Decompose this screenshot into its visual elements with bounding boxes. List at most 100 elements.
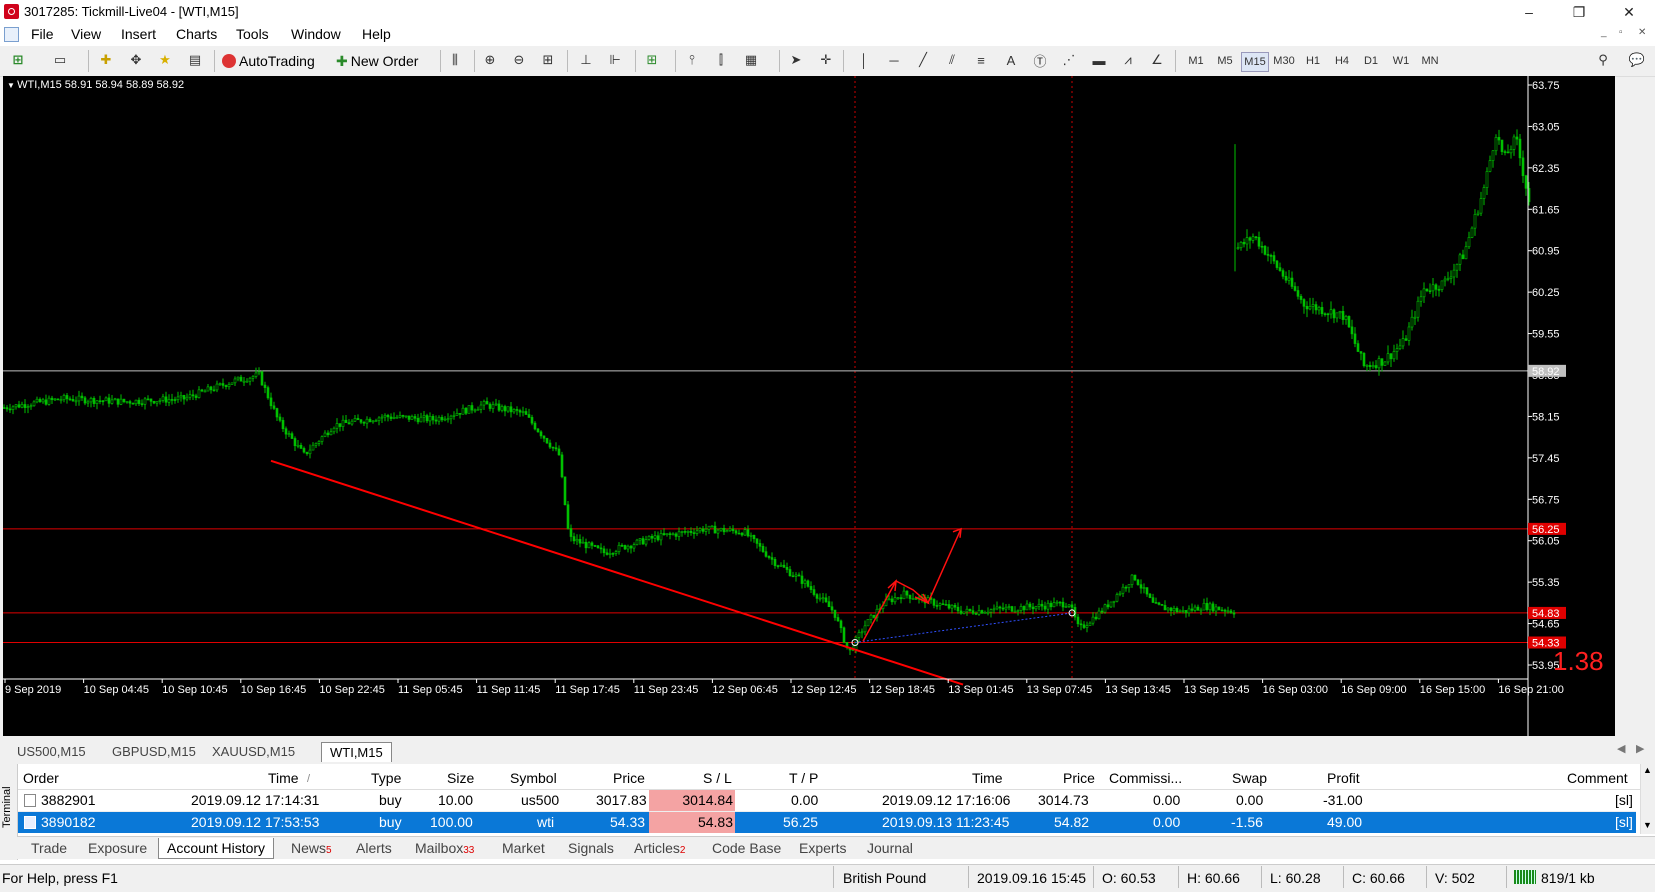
text-label-icon[interactable]: Ⓣ <box>1031 51 1049 69</box>
text-icon[interactable]: A <box>1002 51 1020 69</box>
minimize-button[interactable]: – <box>1506 0 1552 24</box>
gann-icon[interactable]: ∠ <box>1148 51 1166 69</box>
chart-tab-xauusd[interactable]: XAUUSD,M15 <box>204 742 303 761</box>
status-profile[interactable]: British Pound <box>843 870 926 886</box>
col-order[interactable]: Order <box>23 770 59 788</box>
timeframe-h4[interactable]: H4 <box>1329 52 1355 70</box>
menu-help[interactable]: Help <box>360 26 393 42</box>
col-symbol[interactable]: Symbol <box>510 770 557 788</box>
timeframe-mn[interactable]: MN <box>1417 52 1443 70</box>
equidistant-channel-icon[interactable]: ⫽ <box>943 51 961 69</box>
zoom-in-icon[interactable]: ⊕ <box>481 51 499 69</box>
menu-window[interactable]: Window <box>289 26 343 42</box>
candlestick-icon[interactable]: ⫿ <box>712 51 730 69</box>
horizontal-line-icon[interactable]: ─ <box>885 51 903 69</box>
candle-body <box>3 407 6 409</box>
terminal-side-label[interactable]: Terminal <box>0 764 18 860</box>
menu-insert[interactable]: Insert <box>119 26 158 42</box>
chart-window-icon[interactable] <box>4 27 19 42</box>
mdi-minimize-button[interactable]: _ <box>1601 27 1607 38</box>
tile-windows-icon[interactable]: ⊞ <box>539 51 557 69</box>
market-watch-icon[interactable]: ✚ <box>97 51 115 69</box>
search-icon[interactable]: ⚲ <box>1594 51 1612 69</box>
profiles-icon[interactable]: ▭ <box>51 51 69 69</box>
mdi-restore-button[interactable]: ▫ <box>1619 27 1623 38</box>
restore-button[interactable]: ❐ <box>1556 0 1602 24</box>
scroll-down-icon[interactable]: ▼ <box>1643 820 1652 830</box>
new-order-button[interactable]: ✚ New Order <box>336 50 418 72</box>
timeframe-d1[interactable]: D1 <box>1358 52 1384 70</box>
autotrading-button[interactable]: AutoTrading <box>222 50 315 72</box>
elliott-wave-icon[interactable]: ⩘ <box>1119 51 1137 69</box>
tab-exposure[interactable]: Exposure <box>88 838 147 858</box>
col-close-price[interactable]: Price <box>1063 770 1095 788</box>
menu-file[interactable]: File <box>29 26 56 42</box>
col-commission[interactable]: Commissi... <box>1109 770 1182 788</box>
close-button[interactable]: ✕ <box>1606 0 1652 24</box>
candle-body <box>236 376 240 380</box>
col-price[interactable]: Price <box>613 770 645 788</box>
timeframe-m15[interactable]: M15 <box>1241 52 1269 72</box>
price-chart[interactable]: 63.7563.0562.3561.6560.9560.2559.5558.85… <box>3 76 1615 736</box>
tab-mailbox[interactable]: Mailbox33 <box>415 838 474 858</box>
scroll-up-icon[interactable]: ▲ <box>1643 765 1652 775</box>
candle-body <box>548 442 552 448</box>
zoom-out-icon[interactable]: ⊖ <box>510 51 528 69</box>
chart-canvas[interactable]: 63.7563.0562.3561.6560.9560.2559.5558.85… <box>3 76 1615 736</box>
col-sl[interactable]: S / L <box>703 770 732 788</box>
col-profit[interactable]: Profit <box>1327 770 1360 788</box>
tabs-scroll-left-icon[interactable]: ◀ <box>1617 742 1625 755</box>
col-type[interactable]: Type <box>371 770 401 788</box>
tab-market[interactable]: Market <box>502 838 545 858</box>
menu-view[interactable]: View <box>69 26 103 42</box>
chart-tab-wti[interactable]: WTI,M15 <box>321 742 392 762</box>
navigator-icon[interactable]: ✥ <box>127 51 145 69</box>
timeframe-m5[interactable]: M5 <box>1212 52 1238 70</box>
tab-signals[interactable]: Signals <box>568 838 614 858</box>
col-tp[interactable]: T / P <box>789 770 818 788</box>
tab-experts[interactable]: Experts <box>799 838 846 858</box>
timeframe-h1[interactable]: H1 <box>1300 52 1326 70</box>
tab-alerts[interactable]: Alerts <box>356 838 392 858</box>
fibo-fan-icon[interactable]: ⋰ <box>1060 51 1078 69</box>
tabs-scroll-right-icon[interactable]: ▶ <box>1636 742 1644 755</box>
connection-status-icon[interactable] <box>1514 870 1536 884</box>
new-chart-icon[interactable]: ⊞ <box>9 51 27 69</box>
col-close-time[interactable]: Time <box>972 770 1003 788</box>
tab-journal[interactable]: Journal <box>867 838 913 858</box>
chat-icon[interactable]: 💬 <box>1628 51 1646 69</box>
menu-tools[interactable]: Tools <box>234 26 271 42</box>
col-comment[interactable]: Comment <box>1567 770 1628 788</box>
menu-charts[interactable]: Charts <box>174 26 219 42</box>
timeframe-w1[interactable]: W1 <box>1388 52 1414 70</box>
timeframe-m1[interactable]: M1 <box>1183 52 1209 70</box>
col-swap[interactable]: Swap <box>1232 770 1267 788</box>
tab-code-base[interactable]: Code Base <box>712 838 781 858</box>
chart-tab-us500[interactable]: US500,M15 <box>9 742 94 761</box>
templates-icon[interactable]: ▦ <box>742 51 760 69</box>
col-size[interactable]: Size <box>447 770 474 788</box>
autoscroll-icon[interactable]: ⊩ <box>606 51 624 69</box>
tab-news[interactable]: News5 <box>291 838 332 858</box>
trendline-icon[interactable]: ╱ <box>914 51 932 69</box>
indicators-icon[interactable]: ⊞ <box>643 51 661 69</box>
timeframe-m30[interactable]: M30 <box>1271 52 1297 70</box>
tab-trade[interactable]: Trade <box>31 838 67 858</box>
bar-chart-icon[interactable]: ⫯ <box>683 51 701 69</box>
col-time[interactable]: Time <box>268 770 299 788</box>
chart-tab-gbpusd[interactable]: GBPUSD,M15 <box>104 742 204 761</box>
crosshair-icon[interactable]: ✛ <box>817 51 835 69</box>
cursor-icon[interactable]: ➤ <box>787 51 805 69</box>
rectangle-icon[interactable]: ▬ <box>1090 51 1108 69</box>
tab-account-history[interactable]: Account History <box>158 838 275 859</box>
mdi-close-button[interactable]: ✕ <box>1638 27 1646 38</box>
terminal-scrollbar[interactable]: ▲ ▼ <box>1640 764 1655 834</box>
chart-shift-icon[interactable]: ⊥ <box>577 51 595 69</box>
candle-body <box>1172 607 1176 612</box>
favorites-icon[interactable]: ★ <box>156 51 174 69</box>
fibonacci-icon[interactable]: ≡ <box>972 51 990 69</box>
depth-of-market-icon[interactable]: ⫼ <box>446 51 464 69</box>
tab-articles[interactable]: Articles2 <box>634 838 685 858</box>
terminal-icon[interactable]: ▤ <box>186 51 204 69</box>
vertical-line-icon[interactable]: │ <box>855 51 873 69</box>
